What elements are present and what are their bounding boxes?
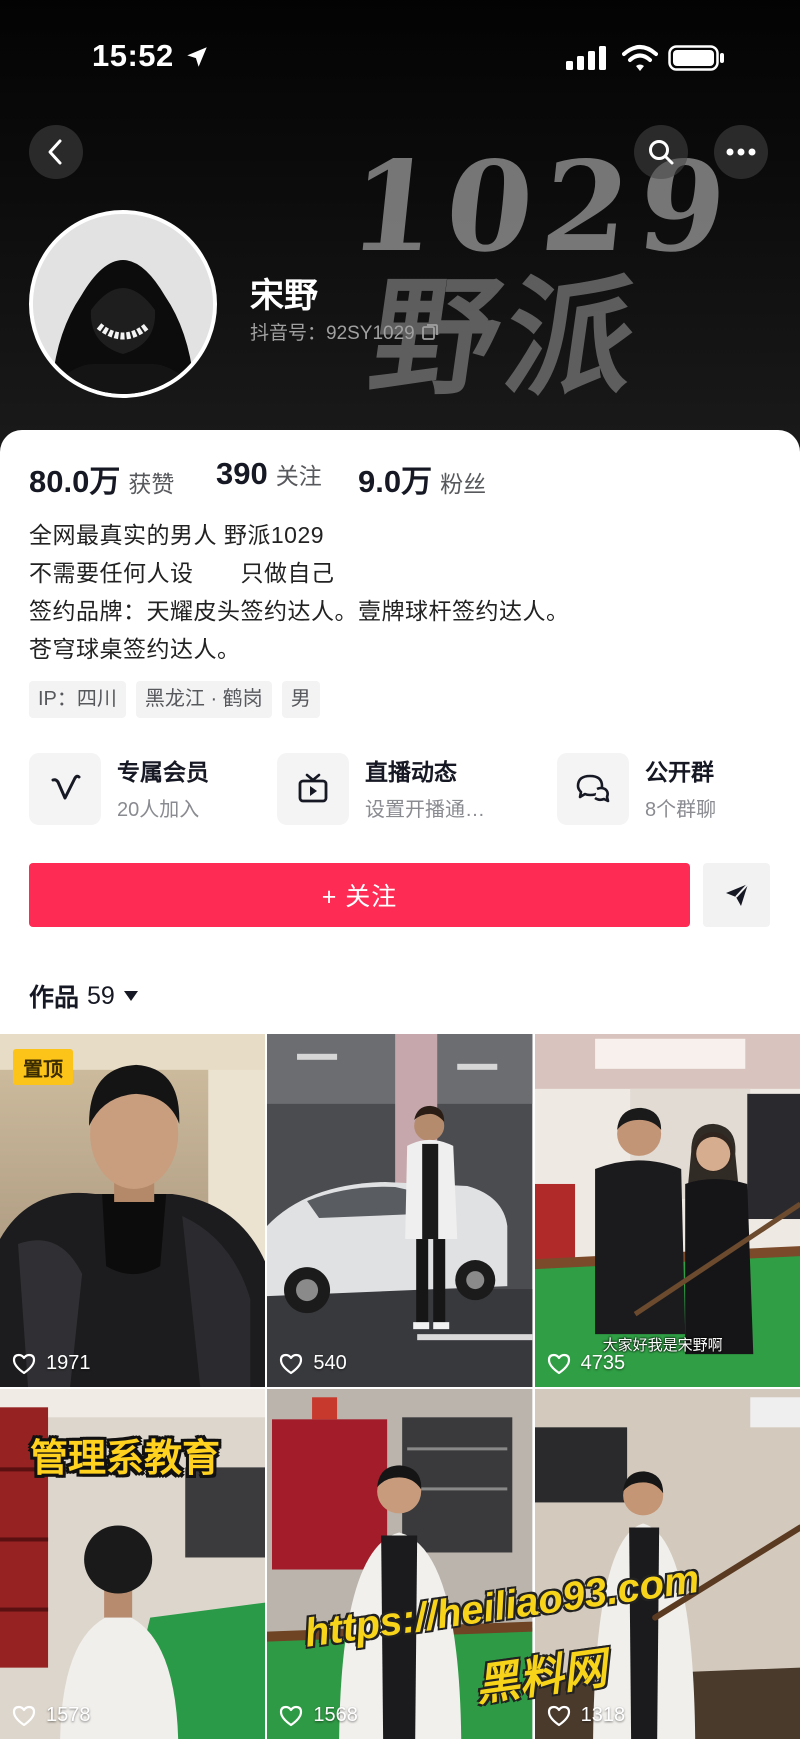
- video-thumbnail[interactable]: 540: [267, 1034, 533, 1387]
- member-v-icon: [29, 753, 101, 825]
- caret-down-icon: [123, 991, 138, 1001]
- video-thumbnail[interactable]: 置顶 1971: [0, 1034, 266, 1387]
- follow-button[interactable]: + 关注: [29, 863, 690, 927]
- like-count: 1568: [313, 1704, 358, 1726]
- feature-subtitle: 20人加入: [117, 799, 200, 821]
- heart-icon: [280, 1353, 303, 1374]
- stat-following[interactable]: 390 关注: [216, 456, 322, 492]
- video-likes: 4735: [547, 1352, 626, 1375]
- feature-subtitle: 设置开播通…: [365, 799, 485, 821]
- heart-icon: [547, 1353, 570, 1374]
- stat-label: 粉丝: [440, 471, 487, 497]
- video-thumbnail[interactable]: 大家好我是宋野啊 4735: [534, 1034, 800, 1387]
- like-count: 4735: [580, 1352, 626, 1374]
- stat-label: 关注: [275, 463, 322, 489]
- stat-value: 80.0万: [29, 464, 121, 499]
- paper-plane-icon: [725, 883, 749, 906]
- stat-followers[interactable]: 9.0万 粉丝: [358, 456, 486, 501]
- wifi-icon: [622, 45, 658, 71]
- feature-title: 专属会员: [117, 759, 209, 785]
- douyin-id[interactable]: 抖音号：92SY1029: [250, 318, 439, 345]
- stat-value: 9.0万: [358, 464, 433, 499]
- heart-icon: [12, 1353, 36, 1374]
- feature-title: 直播动态: [365, 759, 457, 785]
- video-image: [267, 1034, 533, 1387]
- stat-value: 390: [216, 456, 268, 491]
- douyin-id-text: 抖音号：92SY1029: [250, 323, 415, 344]
- avatar[interactable]: [29, 210, 217, 398]
- video-image: [0, 1034, 266, 1387]
- bio-line: 全网最真实的男人 野派1029: [29, 522, 325, 548]
- profile-tags: IP：四川 黑龙江 · 鹤岗 男: [29, 681, 320, 718]
- avatar-hooded-figure-image: [33, 214, 213, 394]
- bio: 全网最真实的男人 野派1029 不需要任何人设 只做自己 签约品牌：天耀皮头签约…: [29, 516, 570, 668]
- feature-membership[interactable]: 专属会员 20人加入: [29, 753, 209, 825]
- chevron-left-icon: [48, 139, 62, 165]
- search-icon: [649, 140, 674, 165]
- search-button[interactable]: [634, 125, 688, 179]
- stat-label: 获赞: [128, 471, 175, 497]
- like-count: 1318: [580, 1704, 626, 1726]
- pinned-badge: 置顶: [13, 1049, 73, 1085]
- video-likes: 1318: [547, 1704, 626, 1727]
- location-arrow-icon: [187, 47, 207, 67]
- like-count: 1971: [46, 1352, 91, 1374]
- status-time: 15:52: [92, 38, 174, 73]
- tag-ip: IP：四川: [29, 681, 126, 718]
- video-overlay-text: 管理系教育: [30, 1438, 221, 1480]
- chat-bubbles-icon: [557, 753, 629, 825]
- video-likes: 1568: [279, 1704, 358, 1727]
- bio-line: 苍穹球桌签约达人。: [29, 636, 241, 662]
- more-button[interactable]: [714, 125, 768, 179]
- video-likes: 540: [279, 1352, 347, 1375]
- tag-location: 黑龙江 · 鹤岗: [135, 681, 272, 718]
- profile-name: 宋野: [250, 277, 318, 315]
- feature-subtitle: 8个群聊: [645, 799, 717, 821]
- video-likes: 1578: [12, 1704, 91, 1727]
- feature-group[interactable]: 公开群 8个群聊: [557, 753, 716, 825]
- video-likes: 1971: [12, 1352, 91, 1375]
- heart-icon: [12, 1705, 36, 1726]
- works-count: 59: [87, 981, 115, 1010]
- share-button[interactable]: [703, 863, 770, 927]
- feature-live[interactable]: 直播动态 设置开播通…: [277, 753, 485, 825]
- tag-gender: 男: [281, 681, 320, 718]
- like-count: 540: [313, 1352, 347, 1374]
- video-thumbnail[interactable]: 管理系教育 1578: [0, 1389, 266, 1739]
- bio-line: 不需要任何人设 只做自己: [29, 560, 335, 586]
- copy-icon[interactable]: [421, 323, 439, 341]
- more-dots-icon: [726, 148, 756, 156]
- heart-icon: [280, 1705, 303, 1726]
- back-button[interactable]: [29, 125, 83, 179]
- like-count: 1578: [46, 1704, 91, 1726]
- tv-icon: [277, 753, 349, 825]
- bio-line: 签约品牌：天耀皮头签约达人。壹牌球杆签约达人。: [29, 598, 570, 624]
- works-label: 作品: [29, 984, 80, 1012]
- heart-icon: [547, 1705, 570, 1726]
- signal-icon: [566, 46, 606, 70]
- follow-button-label: + 关注: [321, 883, 398, 911]
- works-tab[interactable]: 作品 59: [29, 978, 139, 1014]
- battery-icon: [668, 45, 724, 71]
- stat-likes: 80.0万 获赞: [29, 456, 174, 501]
- feature-title: 公开群: [645, 759, 714, 785]
